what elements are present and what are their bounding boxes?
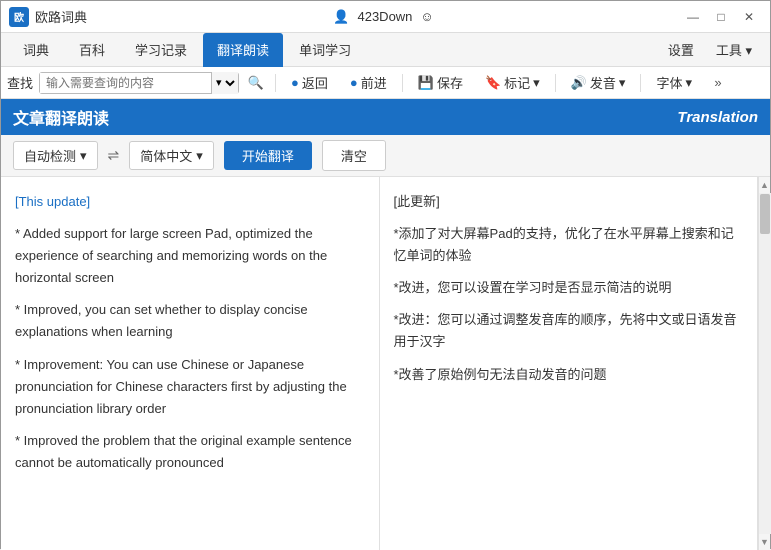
- close-button[interactable]: ✕: [736, 6, 762, 28]
- window-controls: — □ ✕: [680, 6, 762, 28]
- back-circle-icon: ●: [291, 75, 299, 90]
- user-icon: 👤: [333, 9, 349, 25]
- title-bar: 欧 欧路词典 👤 423Down ☺ — □ ✕: [1, 1, 770, 33]
- back-button[interactable]: ● 返回: [282, 72, 337, 94]
- scroll-thumb[interactable]: [760, 194, 770, 234]
- scroll-track[interactable]: [759, 193, 771, 534]
- voice-label: 发音: [590, 73, 616, 92]
- search-dropdown[interactable]: ▾: [211, 72, 238, 94]
- right-para-0: [此更新]: [394, 191, 744, 213]
- title-left: 欧 欧路词典: [9, 7, 87, 27]
- voice-arrow-icon: ▾: [619, 75, 626, 91]
- content-area: [This update] * Added support for large …: [1, 177, 770, 550]
- target-lang-arrow-icon: ▾: [196, 148, 203, 164]
- forward-button[interactable]: ● 前进: [341, 72, 396, 94]
- search-container: ▾: [39, 72, 239, 94]
- section-header: 文章翻译朗读 Translation: [1, 99, 770, 135]
- source-text-panel: [This update] * Added support for large …: [1, 177, 380, 550]
- right-para-2: *改进，您可以设置在学习时是否显示简洁的说明: [394, 277, 744, 299]
- left-para-2: * Improved, you can set whether to displ…: [15, 299, 365, 343]
- vertical-scrollbar[interactable]: ▲ ▼: [758, 177, 770, 550]
- maximize-button[interactable]: □: [708, 6, 734, 28]
- right-para-1: *添加了对大屏幕Pad的支持，优化了在水平屏幕上搜索和记忆单词的体验: [394, 223, 744, 267]
- mark-icon: 🔖: [485, 75, 501, 91]
- save-icon: 💾: [418, 75, 434, 91]
- minimize-button[interactable]: —: [680, 6, 706, 28]
- source-lang-arrow-icon: ▾: [80, 148, 87, 164]
- separator-2: [402, 74, 403, 92]
- separator-1: [275, 74, 276, 92]
- save-label: 保存: [437, 73, 463, 92]
- search-input[interactable]: [40, 73, 211, 93]
- target-lang-button[interactable]: 简体中文 ▾: [129, 141, 214, 170]
- tools-button[interactable]: 工具 ▾: [706, 36, 762, 63]
- tab-word-study[interactable]: 单词学习: [285, 33, 365, 67]
- forward-circle-icon: ●: [350, 75, 358, 90]
- left-highlight-0: [This update]: [15, 194, 90, 209]
- tools-arrow-icon: ▾: [745, 43, 752, 58]
- swap-icon[interactable]: ⇌: [108, 147, 120, 164]
- tab-wiki[interactable]: 百科: [65, 33, 119, 67]
- separator-3: [555, 74, 556, 92]
- more-button[interactable]: »: [705, 72, 731, 94]
- right-para-4: *改善了原始例句无法自动发音的问题: [394, 364, 744, 386]
- target-lang-label: 简体中文: [140, 146, 192, 165]
- toolbar: 查找 ▾ 🔍 ● 返回 ● 前进 💾 保存 🔖 标记 ▾ 🔊 发音 ▾ 字体 ▾…: [1, 67, 770, 99]
- left-para-4: * Improved the problem that the original…: [15, 430, 365, 474]
- separator-4: [640, 74, 641, 92]
- title-center: 👤 423Down ☺: [333, 9, 433, 25]
- tab-dict[interactable]: 词典: [9, 33, 63, 67]
- forward-label: 前进: [361, 73, 387, 92]
- section-badge: Translation: [677, 109, 758, 126]
- source-lang-label: 自动检测: [24, 146, 76, 165]
- search-button[interactable]: 🔍: [243, 72, 269, 94]
- tab-translate[interactable]: 翻译朗读: [203, 33, 283, 67]
- font-arrow-icon: ▾: [685, 75, 692, 91]
- mark-button[interactable]: 🔖 标记 ▾: [476, 72, 549, 94]
- app-title: 欧路词典: [35, 7, 87, 26]
- emoji-icon: ☺: [420, 9, 433, 24]
- tools-label: 工具: [716, 43, 742, 58]
- voice-button[interactable]: 🔊 发音 ▾: [562, 72, 635, 94]
- font-label: 字体: [656, 73, 682, 92]
- translated-text-panel: [此更新] *添加了对大屏幕Pad的支持，优化了在水平屏幕上搜索和记忆单词的体验…: [380, 177, 759, 550]
- voice-icon: 🔊: [571, 75, 587, 91]
- source-lang-button[interactable]: 自动检测 ▾: [13, 141, 98, 170]
- scroll-up-arrow[interactable]: ▲: [759, 177, 771, 193]
- left-para-1: * Added support for large screen Pad, op…: [15, 223, 365, 289]
- translation-controls: 自动检测 ▾ ⇌ 简体中文 ▾ 开始翻译 清空: [1, 135, 770, 177]
- settings-button[interactable]: 设置: [658, 36, 704, 63]
- section-title: 文章翻译朗读: [13, 105, 109, 129]
- left-para-3: * Improvement: You can use Chinese or Ja…: [15, 354, 365, 420]
- clear-button[interactable]: 清空: [322, 140, 386, 171]
- font-button[interactable]: 字体 ▾: [647, 72, 701, 94]
- start-translation-button[interactable]: 开始翻译: [224, 141, 312, 170]
- save-button[interactable]: 💾 保存: [409, 72, 472, 94]
- app-logo: 欧: [9, 7, 29, 27]
- mark-arrow-icon: ▾: [533, 75, 540, 91]
- right-para-3: *改进：您可以通过调整发音库的顺序，先将中文或日语发音用于汉字: [394, 309, 744, 353]
- back-label: 返回: [302, 73, 328, 92]
- mark-label: 标记: [504, 73, 530, 92]
- tab-study-log[interactable]: 学习记录: [121, 33, 201, 67]
- search-label: 查找: [7, 73, 33, 92]
- left-para-0: [This update]: [15, 191, 365, 213]
- nav-bar: 词典 百科 学习记录 翻译朗读 单词学习 设置 工具 ▾: [1, 33, 770, 67]
- username: 423Down: [357, 9, 412, 24]
- scroll-down-arrow[interactable]: ▼: [759, 534, 771, 550]
